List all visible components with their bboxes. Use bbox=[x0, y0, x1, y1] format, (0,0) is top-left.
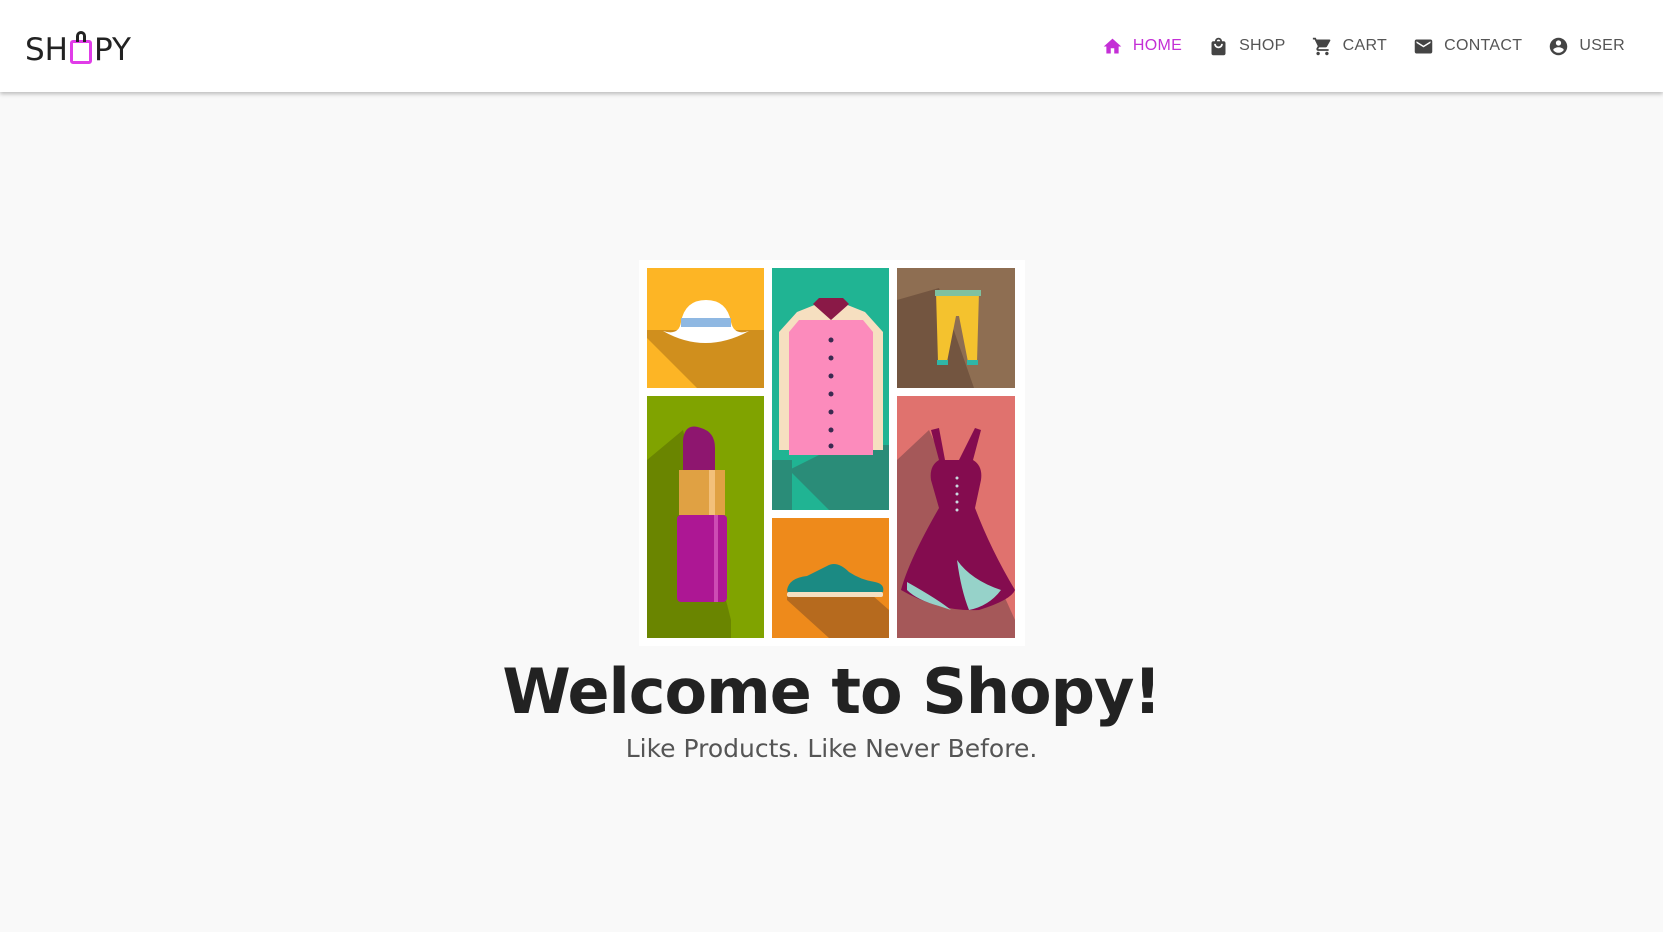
dress-tile bbox=[897, 396, 1015, 638]
nav-shop[interactable]: SHOP bbox=[1208, 36, 1286, 57]
nav-user[interactable]: USER bbox=[1548, 36, 1625, 57]
shoe-tile bbox=[772, 518, 889, 638]
mail-icon bbox=[1414, 39, 1433, 53]
nav-home-label: HOME bbox=[1132, 37, 1183, 54]
hat-tile bbox=[647, 268, 764, 388]
logo-text-left: SH bbox=[25, 32, 68, 68]
top-app-bar: SH PY HOME SHOP CART CONTACT USER bbox=[0, 0, 1663, 92]
main-nav: HOME SHOP CART CONTACT USER bbox=[1102, 0, 1625, 92]
home-icon bbox=[1103, 38, 1122, 53]
shopy-logo[interactable]: SH PY bbox=[25, 26, 131, 66]
pants-tile bbox=[897, 268, 1015, 388]
nav-cart-label: CART bbox=[1342, 37, 1388, 54]
logo-text-right: PY bbox=[94, 32, 131, 68]
hero-subtitle: Like Products. Like Never Before. bbox=[625, 734, 1038, 763]
lipstick-tile bbox=[647, 396, 764, 638]
nav-cart[interactable]: CART bbox=[1312, 36, 1387, 57]
hero-title: Welcome to Shopy! bbox=[502, 655, 1161, 728]
cart-icon bbox=[1312, 37, 1330, 55]
nav-contact-label: CONTACT bbox=[1444, 37, 1523, 54]
shopping-bag-logo-icon bbox=[70, 31, 92, 64]
nav-shop-label: SHOP bbox=[1239, 37, 1286, 54]
hero-collage-image bbox=[639, 260, 1025, 646]
shopping-bag-icon bbox=[1211, 37, 1226, 55]
shirt-tile bbox=[772, 268, 889, 510]
nav-home[interactable]: HOME bbox=[1102, 36, 1182, 57]
nav-contact[interactable]: CONTACT bbox=[1413, 36, 1522, 57]
nav-user-label: USER bbox=[1579, 37, 1625, 54]
account-circle-icon bbox=[1550, 37, 1568, 55]
